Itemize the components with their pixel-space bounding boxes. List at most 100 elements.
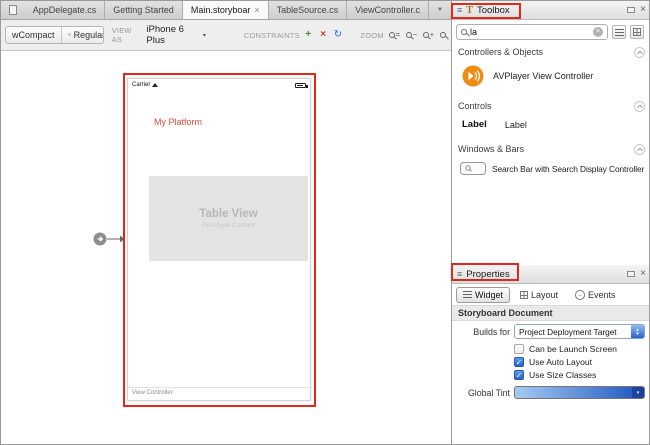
search-icon	[461, 29, 467, 35]
collapse-icon[interactable]	[634, 100, 645, 112]
tab-label: ViewController.c	[355, 5, 421, 15]
widget-icon	[463, 291, 472, 298]
magnifier-icon	[440, 32, 446, 38]
pad-menu-icon[interactable]: ≡	[457, 269, 462, 279]
builds-for-label: Builds for	[473, 326, 510, 337]
pad-column: ≡ T Toolbox × × Controllers & Obje	[451, 1, 649, 444]
dock-icon[interactable]	[627, 271, 636, 277]
tab-main-storyboard[interactable]: Main.storyboar ×	[182, 1, 269, 19]
tab-events[interactable]: → Events	[568, 287, 623, 303]
grid-view-toggle-button[interactable]	[630, 25, 644, 39]
zoom-in-button[interactable]: +	[422, 28, 435, 43]
size-class-separator-icon: ×	[67, 31, 72, 39]
toolbox-search-field[interactable]: ×	[456, 24, 608, 40]
tab-close-icon[interactable]: ×	[254, 5, 259, 15]
tab-label: TableSource.cs	[276, 5, 339, 15]
tab-getting-started[interactable]: Getting Started	[105, 1, 183, 19]
magnifier-icon	[405, 32, 412, 38]
section-windows-bars[interactable]: Windows & Bars	[452, 141, 649, 157]
toolbox-item-label-widget[interactable]: Label Label	[452, 114, 649, 137]
tab-layout[interactable]: Layout	[513, 287, 565, 303]
size-class-regular-button[interactable]: × Regular	[60, 27, 104, 43]
zoom-fit-button[interactable]: =	[388, 28, 401, 43]
avplayer-icon	[462, 65, 484, 87]
search-bar-icon	[460, 162, 486, 175]
my-platform-label[interactable]: My Platform	[154, 117, 202, 127]
checkbox-label: Can be Launch Screen	[529, 344, 617, 354]
zoom-actual-button[interactable]	[439, 28, 447, 43]
size-class-regular-label: Regular	[73, 30, 104, 40]
carrier-label: Carrier	[132, 82, 151, 88]
section-controls[interactable]: Controls	[452, 98, 649, 114]
clear-constraints-button[interactable]: ×	[317, 28, 330, 42]
global-tint-color-well[interactable]: ▾	[514, 386, 645, 399]
phone-status-bar: Carrier	[128, 79, 310, 88]
view-controller-label[interactable]: View Controller	[128, 387, 310, 400]
storyboard-canvas[interactable]: Carrier My Platform Table View Prototype…	[1, 51, 451, 444]
builds-for-dropdown[interactable]: Project Deployment Target ▲ ▼	[514, 324, 645, 339]
size-class-compact-label: wCompact	[12, 30, 55, 40]
zoom-in-sign: +	[429, 31, 434, 39]
tab-label: Main.storyboar	[190, 5, 251, 15]
tab-widget-label: Widget	[475, 289, 504, 300]
size-classes-checkbox[interactable]: ✓	[514, 370, 524, 380]
scene-entry-arrow[interactable]	[93, 231, 125, 247]
tab-viewcontroller[interactable]: ViewController.c	[347, 1, 430, 19]
toolbox-search-input[interactable]	[470, 27, 590, 37]
section-title: Windows & Bars	[458, 144, 525, 154]
device-selector[interactable]: iPhone 6 Plus ▾	[146, 24, 205, 46]
close-icon[interactable]: ×	[640, 5, 646, 15]
builds-for-value: Project Deployment Target	[519, 326, 617, 337]
toolbox-list: Controllers & Objects AVPlayer View Cont…	[452, 44, 649, 182]
table-view-title: Table View	[199, 208, 258, 220]
tab-layout-label: Layout	[531, 289, 559, 300]
size-class-compact-button[interactable]: wCompact	[6, 27, 61, 43]
toolbox-item-avplayer[interactable]: AVPlayer View Controller	[452, 60, 649, 94]
events-icon: →	[575, 289, 586, 300]
toolbox-item-label: Search Bar with Search Display Controlle…	[492, 163, 645, 174]
grid-icon	[633, 28, 641, 36]
close-icon[interactable]: ×	[640, 269, 646, 279]
toolbox-pad-header: ≡ T Toolbox ×	[452, 1, 649, 20]
zoom-out-button[interactable]: −	[405, 28, 418, 43]
tab-overflow-button[interactable]: ▼	[429, 7, 451, 13]
properties-tab-bar: Widget Layout → Events	[452, 284, 649, 305]
file-icon	[9, 5, 17, 15]
label-widget-icon: Label	[462, 119, 487, 130]
tab-widget[interactable]: Widget	[456, 286, 511, 303]
tab-bar-lead	[1, 1, 25, 19]
checkbox-label: Use Size Classes	[529, 370, 597, 380]
launch-screen-checkbox[interactable]	[514, 344, 524, 354]
device-selector-value: iPhone 6 Plus	[146, 24, 184, 46]
section-controllers-objects[interactable]: Controllers & Objects	[452, 44, 649, 60]
pad-menu-icon[interactable]: ≡	[457, 5, 462, 15]
search-clear-icon[interactable]: ×	[593, 27, 603, 37]
update-constraints-button[interactable]: ↻	[332, 28, 345, 42]
dock-icon[interactable]	[627, 7, 636, 13]
add-constraints-button[interactable]: +	[302, 28, 315, 42]
table-view[interactable]: Table View Prototype Content	[149, 176, 308, 261]
collapse-icon[interactable]	[634, 46, 645, 58]
size-classes-row: ✓ Use Size Classes	[514, 369, 596, 381]
layout-icon	[520, 290, 529, 299]
auto-layout-checkbox[interactable]: ✓	[514, 357, 524, 367]
properties-title: Properties	[466, 268, 510, 280]
collapse-icon[interactable]	[634, 143, 645, 155]
magnifier-icon	[422, 32, 429, 38]
builds-for-row: Builds for Project Deployment Target ▲ ▼	[452, 324, 645, 339]
wifi-icon	[152, 83, 159, 87]
properties-pad-header: ≡ Properties ×	[452, 265, 649, 284]
zoom-label: ZOOM	[360, 30, 384, 40]
list-view-toggle-button[interactable]	[612, 25, 626, 39]
tab-events-label: Events	[588, 289, 616, 300]
view-controller-scene[interactable]: Carrier My Platform Table View Prototype…	[127, 78, 311, 401]
table-view-subtitle: Prototype Content	[202, 222, 255, 229]
toolbox-title: Toolbox	[476, 4, 510, 16]
toolbox-search-row: ×	[452, 20, 649, 44]
tab-appdelegate[interactable]: AppDelegate.cs	[25, 1, 106, 19]
tab-tablesource[interactable]: TableSource.cs	[269, 1, 348, 19]
auto-layout-row: ✓ Use Auto Layout	[514, 356, 592, 368]
editor-region: AppDelegate.cs Getting Started Main.stor…	[1, 1, 451, 444]
toolbox-item-label: AVPlayer View Controller	[493, 71, 594, 81]
toolbox-item-searchbar[interactable]: Search Bar with Search Display Controlle…	[452, 157, 649, 182]
